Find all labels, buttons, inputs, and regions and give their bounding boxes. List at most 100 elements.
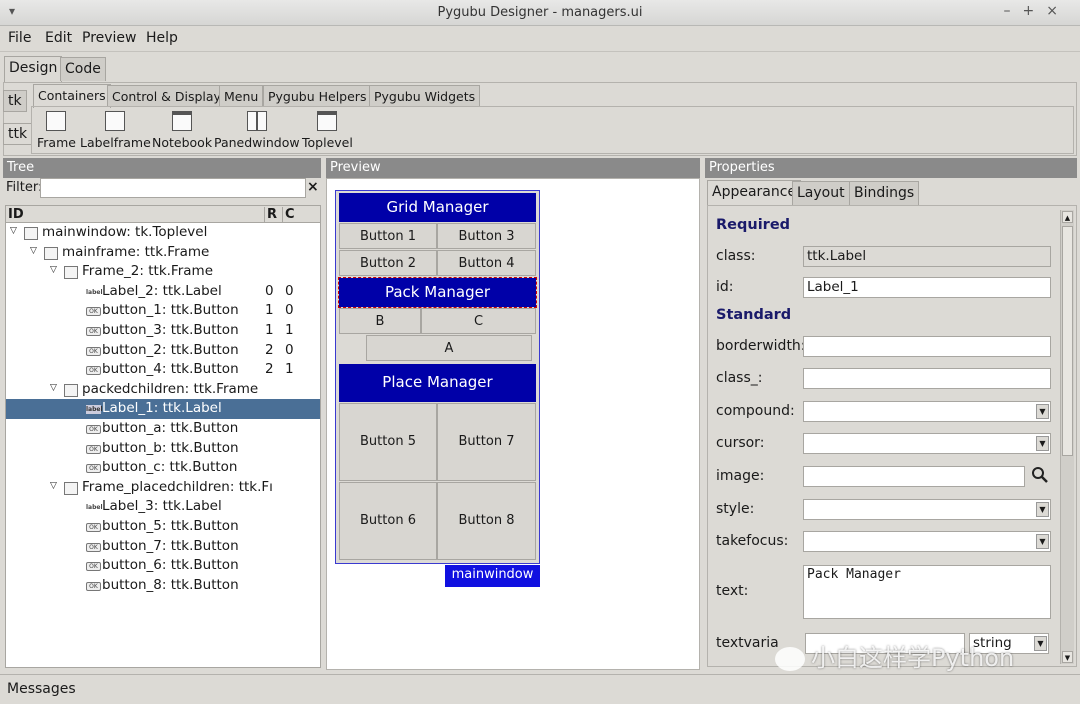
preview-button-4[interactable]: Button 4 <box>437 250 536 276</box>
preview-button-5[interactable]: Button 5 <box>339 403 437 481</box>
preview-button-3[interactable]: Button 3 <box>437 223 536 249</box>
tab-bindings[interactable]: Bindings <box>849 181 920 205</box>
preview-button-6[interactable]: Button 6 <box>339 482 437 560</box>
palette-tab-menu[interactable]: Menu <box>219 85 264 107</box>
tree-row[interactable]: ▽ mainwindow: tk.Toplevel <box>6 223 320 243</box>
chevron-down-icon[interactable]: ▼ <box>1036 534 1049 549</box>
expand-toggle-icon[interactable]: ▽ <box>50 481 59 491</box>
tree-view[interactable]: ▽ mainwindow: tk.Toplevel ▽ mainframe: ttk.… <box>5 223 321 668</box>
menu-preview[interactable]: Preview <box>82 30 137 46</box>
menu-edit[interactable]: Edit <box>45 30 72 46</box>
tree-row[interactable]: ▽ packedchildren: ttk.Frame <box>6 380 320 400</box>
palette-frame[interactable]: Frame <box>37 111 76 150</box>
tree-row[interactable]: ▽ Frame_placedchildren: ttk.Fı <box>6 478 320 498</box>
chevron-down-icon[interactable]: ▼ <box>1036 436 1049 451</box>
messages-label[interactable]: Messages <box>7 681 76 697</box>
chevron-down-icon[interactable]: ▼ <box>1036 502 1049 517</box>
cursor-label: cursor: <box>716 435 765 451</box>
compound-select[interactable]: ▼ <box>803 401 1051 422</box>
preview-button-1[interactable]: Button 1 <box>339 223 437 249</box>
preview-button-7[interactable]: Button 7 <box>437 403 536 481</box>
palette-notebook[interactable]: Notebook <box>152 111 212 150</box>
menu-help[interactable]: Help <box>146 30 178 46</box>
borderwidth-field[interactable] <box>803 336 1051 357</box>
id-field[interactable]: Label_1 <box>803 277 1051 298</box>
expand-toggle-icon[interactable]: ▽ <box>50 383 59 393</box>
close-icon[interactable]: × <box>1046 3 1070 19</box>
mainwindow-tag: mainwindow <box>445 565 540 587</box>
tree-row[interactable]: ▽ mainframe: ttk.Frame <box>6 243 320 263</box>
pack-manager-label[interactable]: Pack Manager <box>338 277 537 308</box>
chevron-down-icon[interactable]: ▼ <box>1036 404 1049 419</box>
tree-row[interactable]: OK button_4: ttk.Button 2 1 <box>6 360 320 380</box>
palette-panedwindow[interactable]: Panedwindow <box>214 111 300 150</box>
tree-row[interactable]: OK button_b: ttk.Button <box>6 439 320 459</box>
tree-row[interactable]: OK button_a: ttk.Button <box>6 419 320 439</box>
image-field[interactable] <box>803 466 1025 487</box>
tree-row[interactable]: label Label_1: ttk.Label <box>6 399 320 419</box>
palette-tab-pygubu-helpers[interactable]: Pygubu Helpers <box>263 85 372 107</box>
status-bar: Messages <box>0 674 1080 704</box>
filter-input[interactable] <box>40 178 306 198</box>
properties-scrollbar[interactable]: ▲ ▼ <box>1060 210 1074 664</box>
expand-toggle-icon[interactable]: ▽ <box>50 265 59 275</box>
cursor-select[interactable]: ▼ <box>803 433 1051 454</box>
preview-button-c[interactable]: C <box>421 308 536 334</box>
tree-row-label: mainframe: ttk.Frame <box>62 243 210 260</box>
scrollbar-thumb[interactable] <box>1062 226 1073 456</box>
palette-toplevel[interactable]: Toplevel <box>302 111 353 150</box>
tree-row-r: 1 <box>265 322 274 338</box>
text-area[interactable]: Pack Manager <box>803 565 1051 619</box>
side-tab-ttk[interactable]: ttk <box>3 123 33 145</box>
tree-row[interactable]: OK button_2: ttk.Button 2 0 <box>6 341 320 361</box>
tree-row[interactable]: OK button_1: ttk.Button 1 0 <box>6 301 320 321</box>
takefocus-select[interactable]: ▼ <box>803 531 1051 552</box>
tab-code[interactable]: Code <box>60 57 106 81</box>
preview-button-a[interactable]: A <box>366 335 532 361</box>
tab-design[interactable]: Design <box>4 56 63 82</box>
preview-button-8[interactable]: Button 8 <box>437 482 536 560</box>
column-id[interactable]: ID <box>8 207 24 222</box>
tree-row[interactable]: OK button_6: ttk.Button <box>6 556 320 576</box>
tree-row[interactable]: OK button_7: ttk.Button <box>6 537 320 557</box>
properties-panel-header: Properties <box>705 158 1077 178</box>
palette-tab-pygubu-widgets[interactable]: Pygubu Widgets <box>369 85 481 107</box>
minimize-icon[interactable]: – <box>1004 3 1023 19</box>
tree-row[interactable]: OK button_5: ttk.Button <box>6 517 320 537</box>
preview-button-2[interactable]: Button 2 <box>339 250 437 276</box>
style-select[interactable]: ▼ <box>803 499 1051 520</box>
tree-row-r: 0 <box>265 282 274 299</box>
maximize-icon[interactable]: + <box>1023 3 1047 19</box>
tree-row[interactable]: OK button_c: ttk.Button <box>6 458 320 478</box>
tree-row[interactable]: ▽ Frame_2: ttk.Frame <box>6 262 320 282</box>
tree-row[interactable]: OK button_8: ttk.Button <box>6 576 320 596</box>
search-icon[interactable] <box>1031 466 1049 484</box>
place-manager-label[interactable]: Place Manager <box>339 364 536 402</box>
preview-panel: Grid Manager Button 1 Button 3 Button 2 … <box>326 178 700 670</box>
tree-row[interactable]: label Label_3: ttk.Label <box>6 497 320 517</box>
column-r[interactable]: R <box>264 207 277 222</box>
scroll-down-icon[interactable]: ▼ <box>1062 651 1073 663</box>
tree-row[interactable]: label Label_2: ttk.Label 0 0 <box>6 282 320 302</box>
frame-icon <box>44 246 58 260</box>
scroll-up-icon[interactable]: ▲ <box>1062 211 1073 223</box>
menu-file[interactable]: File <box>8 30 31 46</box>
clear-filter-icon[interactable]: × <box>307 179 319 195</box>
side-tab-tk[interactable]: tk <box>3 90 27 112</box>
tree-row-label: button_8: ttk.Button <box>102 576 239 593</box>
tab-layout[interactable]: Layout <box>792 181 850 205</box>
preview-button-b[interactable]: B <box>339 308 421 334</box>
palette-tab-control-display[interactable]: Control & Display <box>107 85 226 107</box>
frame-icon <box>46 111 67 131</box>
column-c[interactable]: C <box>282 207 295 222</box>
expand-toggle-icon[interactable]: ▽ <box>10 226 19 236</box>
preview-window[interactable]: Grid Manager Button 1 Button 3 Button 2 … <box>335 190 540 564</box>
tree-row[interactable]: OK button_3: ttk.Button 1 1 <box>6 321 320 341</box>
palette-tab-containers[interactable]: Containers <box>33 84 111 108</box>
palette-labelframe[interactable]: Labelframe <box>80 111 151 150</box>
class-option-field[interactable] <box>803 368 1051 389</box>
tab-appearance[interactable]: Appearance <box>707 180 802 206</box>
grid-manager-label[interactable]: Grid Manager <box>339 193 536 222</box>
required-section-title: Required <box>716 217 791 233</box>
expand-toggle-icon[interactable]: ▽ <box>30 246 39 256</box>
